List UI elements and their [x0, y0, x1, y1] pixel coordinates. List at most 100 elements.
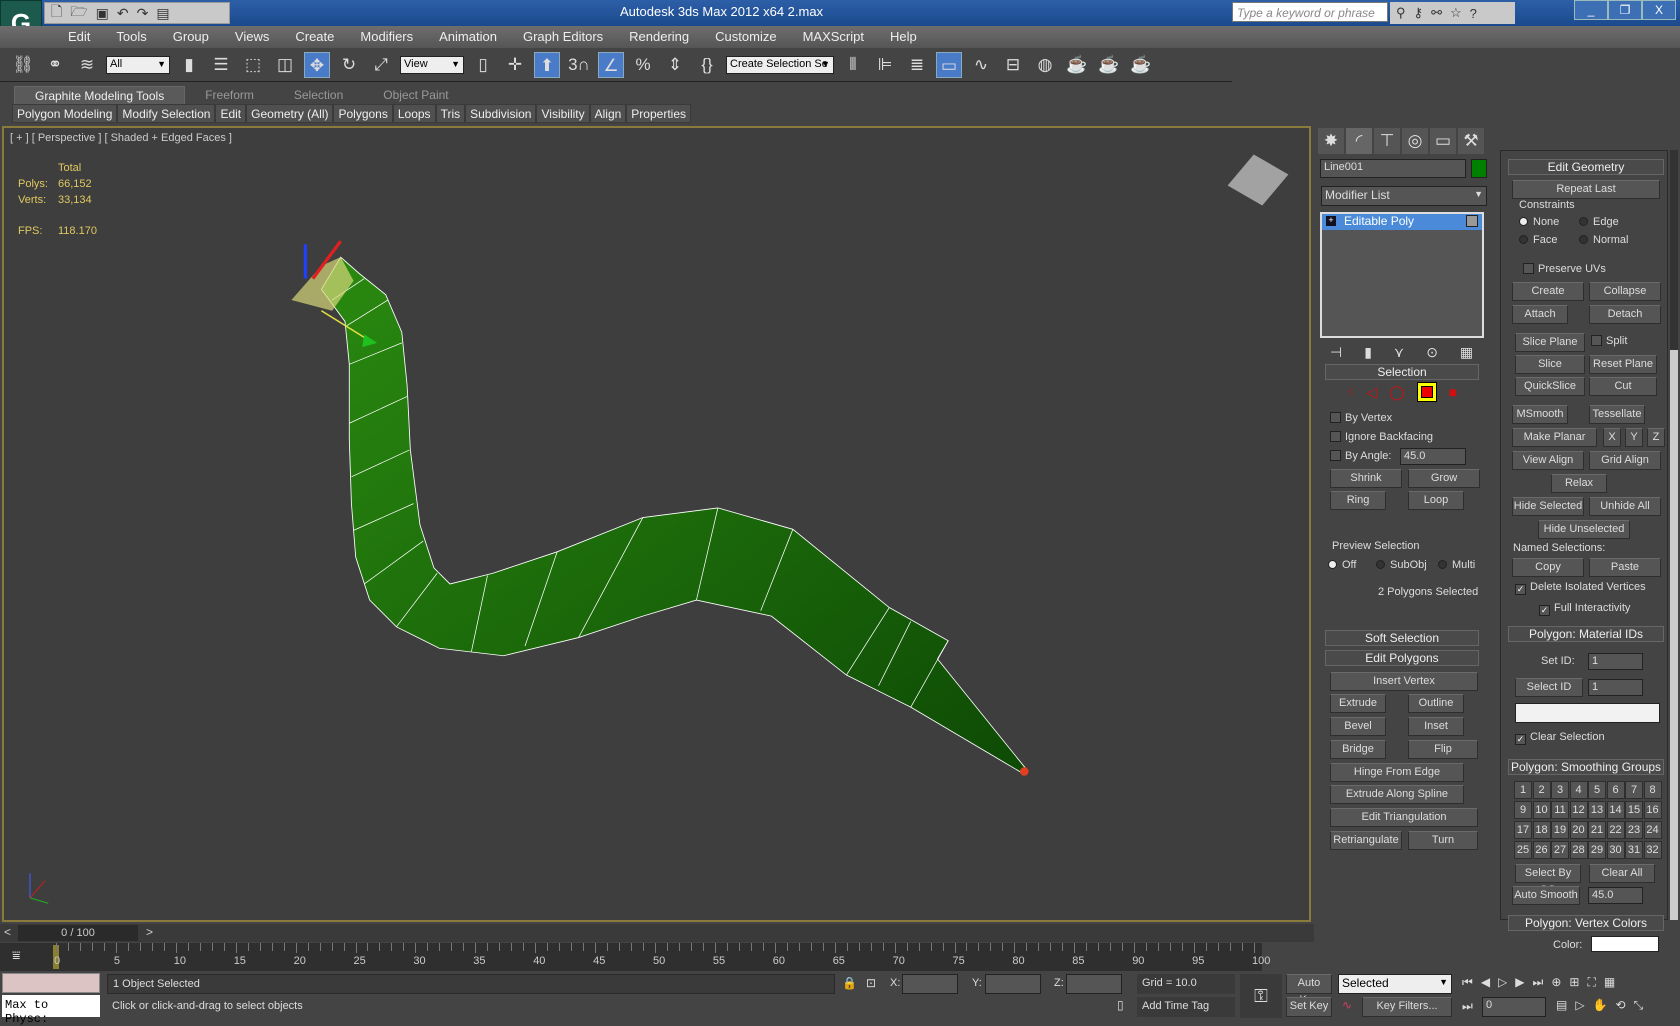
menu-edit[interactable]: Edit — [55, 26, 103, 48]
bridge-button[interactable]: Bridge — [1330, 740, 1386, 759]
smoothing-group-19[interactable]: 19 — [1551, 821, 1569, 839]
curve-editor-icon[interactable]: ∿ — [968, 52, 994, 78]
grow-button[interactable]: Grow — [1408, 469, 1480, 488]
menu-views[interactable]: Views — [222, 26, 282, 48]
smoothing-group-13[interactable]: 13 — [1588, 801, 1606, 819]
edit-geometry-header[interactable]: Edit Geometry — [1508, 159, 1664, 175]
attach-button[interactable]: Attach — [1512, 305, 1568, 324]
by-angle-checkbox[interactable]: By Angle: — [1330, 450, 1391, 462]
named-selection-dropdown[interactable]: Create Selection Se — [726, 55, 834, 74]
slice-button[interactable]: Slice — [1515, 355, 1585, 374]
scale-icon[interactable]: ⤢ — [368, 52, 394, 78]
scene-explorer-icon[interactable]: ▭ — [936, 51, 962, 78]
clear-selection-checkbox[interactable]: ✓ Clear Selection — [1515, 731, 1605, 745]
auto-key-button[interactable]: Auto Key — [1286, 974, 1332, 1006]
set-key-icon[interactable]: ⚿ — [1240, 974, 1282, 1018]
smoothing-group-31[interactable]: 31 — [1625, 841, 1643, 859]
planar-x-button[interactable]: X — [1603, 428, 1621, 447]
split-checkbox[interactable]: Split — [1591, 335, 1627, 347]
set-key-button[interactable]: Set Key — [1286, 997, 1332, 1017]
hierarchy-tab-icon[interactable]: ⊤ — [1374, 128, 1400, 154]
inset-button[interactable]: Inset — [1408, 717, 1464, 736]
panel-geometry[interactable]: Geometry (All) — [246, 104, 334, 123]
panel-loops[interactable]: Loops — [392, 104, 436, 123]
auto-smooth-button[interactable]: Auto Smooth — [1512, 886, 1580, 905]
time-slider-thumb[interactable]: 0 / 100 — [18, 925, 138, 941]
smoothing-group-26[interactable]: 26 — [1532, 841, 1551, 859]
select-id-spinner[interactable]: 1 — [1588, 679, 1643, 696]
smoothing-group-8[interactable]: 8 — [1643, 781, 1662, 799]
maxscript-listener-pink[interactable] — [2, 973, 100, 993]
border-mode-icon[interactable]: ◯ — [1389, 384, 1405, 404]
material-ids-header[interactable]: Polygon: Material IDs — [1508, 626, 1664, 642]
time-config-icon[interactable]: ▤ — [1556, 998, 1567, 1013]
prev-key-icon[interactable]: ◀ — [1481, 975, 1490, 990]
tab-freeform[interactable]: Freeform — [185, 86, 274, 104]
project-icon[interactable]: ▤ — [156, 5, 169, 22]
view-align-button[interactable]: View Align — [1512, 451, 1584, 470]
display-tab-icon[interactable]: ▭ — [1430, 128, 1456, 154]
snap-icon[interactable]: 3∩ — [566, 52, 592, 78]
angle-spinner[interactable]: 45.0 — [1400, 448, 1466, 465]
open-icon[interactable]: 🗁 — [70, 1, 87, 25]
menu-rendering[interactable]: Rendering — [616, 26, 702, 48]
constraint-normal-radio[interactable]: Normal — [1579, 234, 1628, 246]
time-slider[interactable]: < 0 / 100 > — [0, 924, 1314, 942]
zoom-all-icon[interactable]: ⊞ — [1569, 975, 1579, 990]
hide-unselected-button[interactable]: Hide Unselected — [1538, 520, 1630, 539]
menu-maxscript[interactable]: MAXScript — [790, 26, 877, 48]
reference-coord-dropdown[interactable]: View — [400, 55, 464, 74]
pin-stack-icon[interactable]: ⊣ — [1330, 344, 1342, 361]
new-icon[interactable]: 🗋 — [51, 1, 62, 25]
menu-help[interactable]: Help — [877, 26, 930, 48]
soft-selection-rollout-header[interactable]: Soft Selection — [1325, 630, 1479, 646]
ring-button[interactable]: Ring — [1330, 491, 1386, 510]
panel-edit[interactable]: Edit — [215, 104, 247, 123]
toggle-icon[interactable] — [1466, 215, 1478, 227]
edit-named-sel-icon[interactable]: {} — [694, 52, 720, 78]
smoothing-groups-header[interactable]: Polygon: Smoothing Groups — [1508, 759, 1664, 775]
turn-button[interactable]: Turn — [1408, 831, 1478, 850]
expand-icon[interactable]: + — [1326, 216, 1336, 226]
smoothing-group-14[interactable]: 14 — [1606, 801, 1625, 819]
vertex-colors-header[interactable]: Polygon: Vertex Colors — [1508, 915, 1664, 931]
curve-icon[interactable]: ∿ — [1342, 998, 1352, 1012]
reset-plane-button[interactable]: Reset Plane — [1589, 355, 1657, 374]
menu-create[interactable]: Create — [282, 26, 347, 48]
insert-vertex-button[interactable]: Insert Vertex — [1330, 672, 1478, 691]
current-frame-field[interactable]: 0 — [1482, 997, 1546, 1017]
y-coordinate-field[interactable] — [985, 974, 1041, 994]
panel-subdivision[interactable]: Subdivision — [465, 104, 537, 123]
smoothing-group-28[interactable]: 28 — [1569, 841, 1588, 859]
angle-snap-icon[interactable]: ∠ — [598, 51, 624, 78]
viewport-label[interactable]: [ + ] [ Perspective ] [ Shaded + Edged F… — [10, 132, 232, 144]
make-unique-icon[interactable]: ⋎ — [1394, 344, 1404, 361]
layer-icon[interactable]: ≣ — [904, 52, 930, 78]
track-bar[interactable]: ⩸ 0 5 10 15 20 25 30 35 40 45 50 55 60 65 70 75 80 85 90 95… — [0, 943, 1270, 971]
tab-selection[interactable]: Selection — [274, 86, 363, 104]
clear-all-button[interactable]: Clear All — [1589, 864, 1655, 883]
constraint-face-radio[interactable]: Face — [1519, 234, 1557, 246]
panel-visibility[interactable]: Visibility — [536, 104, 590, 123]
prev-frame-button[interactable]: < — [4, 925, 11, 939]
relax-button[interactable]: Relax — [1551, 474, 1607, 493]
render-setup-icon[interactable]: ☕ — [1064, 52, 1090, 78]
smoothing-group-21[interactable]: 21 — [1588, 821, 1606, 839]
binoculars-icon[interactable]: ⚲ — [1396, 5, 1406, 21]
orbit-icon[interactable]: ⟲ — [1616, 998, 1626, 1013]
retriangulate-button[interactable]: Retriangulate — [1330, 831, 1402, 850]
smoothing-group-29[interactable]: 29 — [1588, 841, 1606, 859]
smoothing-group-16[interactable]: 16 — [1643, 801, 1662, 819]
smoothing-group-27[interactable]: 27 — [1551, 841, 1569, 859]
smoothing-group-12[interactable]: 12 — [1569, 801, 1588, 819]
select-by-sg-button[interactable]: Select By SG — [1515, 864, 1581, 896]
maxscript-mini-listener[interactable]: Max to Physc: — [2, 995, 100, 1026]
paste-button[interactable]: Paste — [1589, 558, 1661, 577]
fov-icon[interactable]: ▷ — [1575, 998, 1584, 1013]
full-interactivity-checkbox[interactable]: ✓ Full Interactivity — [1539, 602, 1630, 616]
msmooth-button[interactable]: MSmooth — [1512, 405, 1568, 424]
smoothing-group-20[interactable]: 20 — [1569, 821, 1588, 839]
next-frame-button[interactable]: > — [146, 925, 153, 939]
link-icon[interactable]: ⛓ — [10, 52, 36, 78]
close-button[interactable]: X — [1642, 0, 1676, 20]
